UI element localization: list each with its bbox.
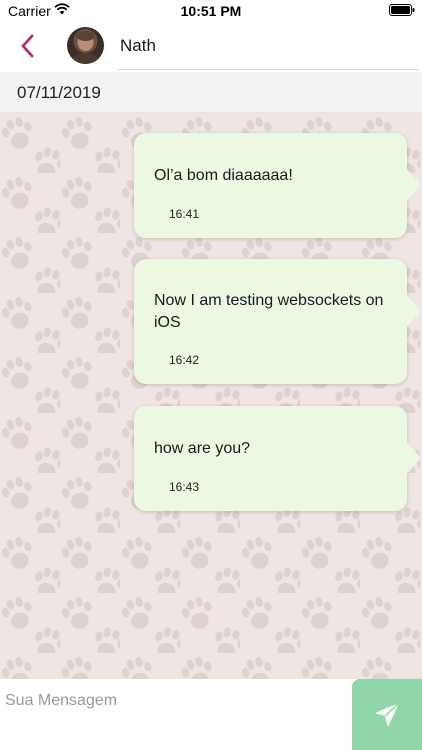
date-label: 07/11/2019 bbox=[17, 83, 101, 102]
header-divider bbox=[118, 69, 418, 70]
contact-avatar[interactable] bbox=[67, 27, 104, 64]
message-list[interactable]: Ol’a bom diaaaaaa! 16:41 Now I am testin… bbox=[0, 113, 422, 679]
message-input[interactable] bbox=[0, 679, 348, 750]
bubble-tail bbox=[405, 293, 421, 329]
chevron-left-icon bbox=[21, 34, 34, 58]
message-time: 16:42 bbox=[169, 353, 200, 367]
message-text: how are you? bbox=[154, 440, 251, 457]
status-time: 10:51 PM bbox=[180, 3, 242, 19]
date-separator: 07/11/2019 bbox=[0, 72, 422, 113]
bubble-tail bbox=[405, 440, 421, 476]
message-text: Ol’a bom diaaaaaa! bbox=[154, 167, 293, 184]
send-icon bbox=[375, 702, 400, 727]
battery-icon bbox=[389, 4, 415, 16]
message-time: 16:41 bbox=[169, 207, 200, 221]
chat-header: Nath bbox=[0, 22, 422, 70]
message-time: 16:43 bbox=[169, 480, 200, 494]
message-bubble[interactable]: how are you? 16:43 bbox=[134, 406, 421, 511]
send-button[interactable] bbox=[352, 679, 422, 750]
message-bubble[interactable]: Now I am testing websockets on iOS 16:42 bbox=[134, 259, 421, 384]
message-bubble[interactable]: Ol’a bom diaaaaaa! 16:41 bbox=[134, 133, 421, 238]
contact-name[interactable]: Nath bbox=[120, 36, 156, 56]
bubble-tail bbox=[405, 167, 421, 203]
message-text: Now I am testing websockets on iOS bbox=[154, 292, 384, 331]
message-composer bbox=[0, 679, 422, 750]
avatar-image bbox=[70, 31, 101, 64]
back-button[interactable] bbox=[14, 32, 42, 60]
status-bar: Carrier 10:51 PM bbox=[0, 0, 422, 22]
